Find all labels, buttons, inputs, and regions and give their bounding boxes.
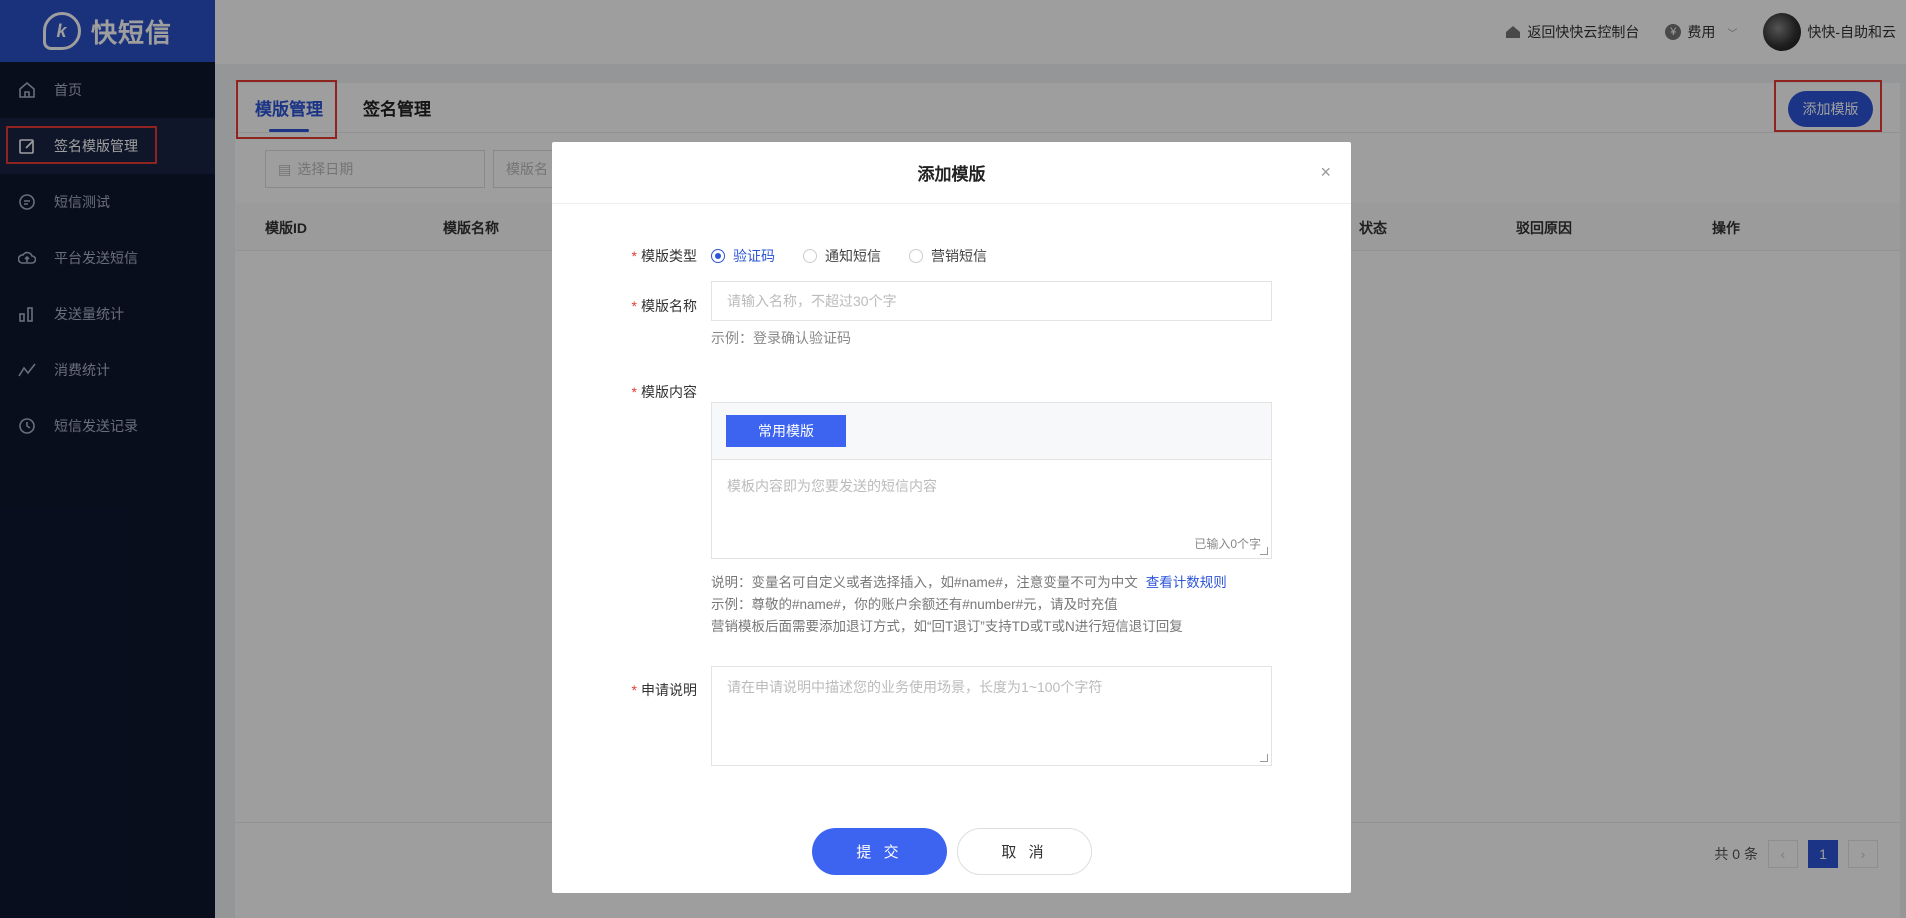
content-toolbar: 常用模版 xyxy=(712,403,1271,460)
radio-notification-sms[interactable]: 通知短信 xyxy=(803,246,881,266)
note-line: 营销模板后面需要添加退订方式，如“回T退订”支持TD或T或N进行短信退订回复 xyxy=(711,619,1183,634)
template-content-editor: 常用模版 模板内容即为您要发送的短信内容 已输入0个字 xyxy=(711,402,1272,559)
radio-marketing-sms[interactable]: 营销短信 xyxy=(909,246,987,266)
apply-description-textarea[interactable]: 请在申请说明中描述您的业务使用场景，长度为1~100个字符 xyxy=(711,666,1272,766)
radio-indicator xyxy=(803,249,817,263)
char-count: 已输入0个字 xyxy=(1194,537,1261,551)
radio-label: 通知短信 xyxy=(825,248,881,264)
template-type-label-text: 模版类型 xyxy=(641,248,697,264)
template-name-label-text: 模版名称 xyxy=(641,298,697,314)
required-mark: * xyxy=(631,298,637,314)
radio-verification-code[interactable]: 验证码 xyxy=(711,246,775,266)
resize-handle-icon[interactable] xyxy=(1260,754,1268,762)
template-type-radio-group: 验证码 通知短信 营销短信 xyxy=(711,246,987,266)
required-mark: * xyxy=(631,682,637,698)
apply-description-label: * 申请说明 xyxy=(552,680,697,700)
note-text: 说明：变量名可自定义或者选择插入，如#name#，注意变量不可为中文 xyxy=(711,575,1138,590)
template-name-label: * 模版名称 xyxy=(552,296,697,316)
required-mark: * xyxy=(631,248,637,264)
template-content-label-text: 模版内容 xyxy=(641,384,697,400)
content-notes: 说明：变量名可自定义或者选择插入，如#name#，注意变量不可为中文 查看计数规则… xyxy=(711,572,1227,638)
note-line: 说明：变量名可自定义或者选择插入，如#name#，注意变量不可为中文 查看计数规则 xyxy=(711,572,1227,594)
add-template-dialog: 添加模版 × * 模版类型 验证码 通知短信 营销短信 * 模版名称 请输入名称，不… xyxy=(552,142,1351,893)
template-type-label: * 模版类型 xyxy=(552,246,697,266)
apply-description-placeholder: 请在申请说明中描述您的业务使用场景，长度为1~100个字符 xyxy=(727,679,1103,695)
template-content-textarea[interactable]: 模板内容即为您要发送的短信内容 xyxy=(727,476,937,496)
required-mark: * xyxy=(631,384,637,400)
note-line: 示例：尊敬的#name#，你的账户余额还有#number#元，请及时充值 xyxy=(711,597,1118,612)
radio-indicator xyxy=(711,249,725,263)
apply-description-label-text: 申请说明 xyxy=(641,682,697,698)
resize-handle-icon[interactable] xyxy=(1260,547,1268,555)
template-content-label: * 模版内容 xyxy=(552,382,697,402)
cancel-button[interactable]: 取 消 xyxy=(957,828,1092,875)
close-icon[interactable]: × xyxy=(1320,162,1331,183)
radio-label: 验证码 xyxy=(733,248,775,264)
dialog-title: 添加模版 xyxy=(552,142,1351,204)
view-count-rules-link[interactable]: 查看计数规则 xyxy=(1146,575,1227,590)
submit-button[interactable]: 提 交 xyxy=(812,828,947,875)
template-name-example: 示例：登录确认验证码 xyxy=(711,330,851,346)
radio-label: 营销短信 xyxy=(931,248,987,264)
radio-indicator xyxy=(909,249,923,263)
template-name-input[interactable]: 请输入名称，不超过30个字 xyxy=(711,281,1272,321)
common-template-button[interactable]: 常用模版 xyxy=(726,415,846,447)
